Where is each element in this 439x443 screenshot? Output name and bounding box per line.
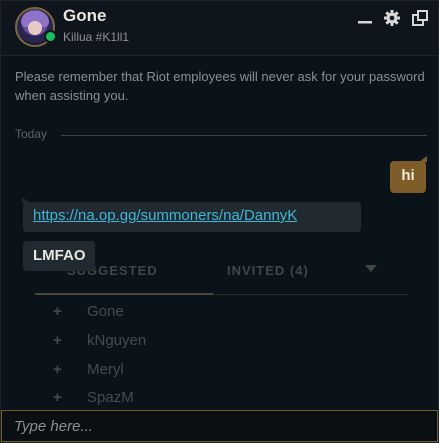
popout-icon[interactable] bbox=[411, 9, 429, 27]
tab-invited: INVITED (4) bbox=[227, 263, 309, 278]
avatar-face bbox=[28, 21, 42, 35]
online-status-icon bbox=[44, 30, 57, 43]
chevron-down-icon bbox=[365, 265, 377, 272]
list-item-label: Meryl bbox=[87, 361, 124, 378]
minimize-icon[interactable] bbox=[356, 9, 374, 27]
list-item-label: SpazM bbox=[87, 389, 134, 406]
date-divider-label: Today bbox=[15, 127, 48, 141]
outgoing-message: hi bbox=[390, 156, 427, 193]
tab-underline-active bbox=[35, 293, 213, 295]
date-divider-line bbox=[61, 135, 427, 136]
bubble-tail bbox=[22, 197, 30, 203]
plus-icon: + bbox=[53, 303, 62, 320]
bubble-tail bbox=[419, 156, 427, 162]
message-link[interactable]: https://na.op.gg/summoners/na/DannyK bbox=[33, 207, 297, 224]
chat-window: Gone Killua #K1ll1 Please remember that … bbox=[0, 0, 439, 443]
date-divider: Today bbox=[15, 127, 427, 143]
list-item: + Gone bbox=[53, 303, 124, 323]
list-item: + SpazM bbox=[53, 389, 134, 409]
list-item: + kNguyen bbox=[53, 332, 146, 352]
outgoing-message-text: hi bbox=[401, 167, 415, 184]
list-item-label: kNguyen bbox=[87, 332, 147, 349]
chat-header: Gone Killua #K1ll1 bbox=[1, 1, 438, 56]
friend-name: Gone bbox=[63, 6, 107, 25]
plus-icon: + bbox=[53, 389, 62, 406]
chat-input-container bbox=[1, 410, 438, 442]
invite-panel-background: SUGGESTED INVITED (4) + Gone + kNguyen + Me… bbox=[21, 259, 421, 409]
list-item-label: Gone bbox=[87, 303, 124, 320]
gear-icon[interactable] bbox=[383, 9, 401, 27]
security-notice: Please remember that Riot employees will… bbox=[15, 69, 425, 103]
incoming-message: https://na.op.gg/summoners/na/DannyK bbox=[22, 197, 361, 232]
plus-icon: + bbox=[53, 361, 62, 378]
list-item: + Meryl bbox=[53, 361, 124, 381]
incoming-message: LMFAO bbox=[23, 241, 95, 271]
tab-underline bbox=[213, 294, 409, 295]
incoming-message-text: LMFAO bbox=[33, 247, 86, 264]
chat-input[interactable] bbox=[2, 411, 437, 441]
plus-icon: + bbox=[53, 332, 62, 349]
friend-riot-id: Killua #K1ll1 bbox=[63, 30, 130, 44]
